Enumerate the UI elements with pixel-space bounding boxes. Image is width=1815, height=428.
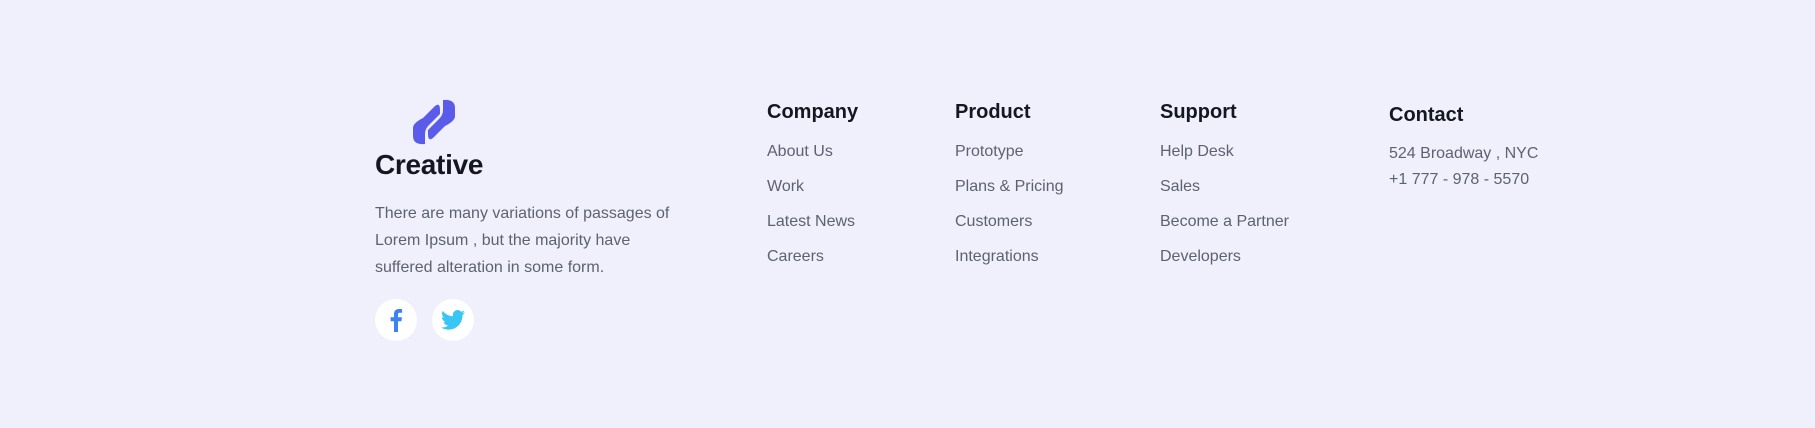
brand-name: Creative	[375, 149, 484, 180]
footer-column-contact: Contact 524 Broadway , NYC +1 777 - 978 …	[1389, 102, 1538, 193]
social-links	[375, 299, 474, 341]
twitter-icon	[441, 310, 465, 330]
column-title: Company	[767, 101, 859, 123]
column-title: Support	[1160, 101, 1237, 123]
facebook-button[interactable]	[375, 299, 417, 341]
contact-address: 524 Broadway , NYC	[1389, 145, 1539, 162]
footer-link-integrations[interactable]: Integrations	[955, 247, 1064, 266]
column-title: Product	[955, 101, 1031, 123]
facebook-icon	[390, 309, 403, 332]
footer-column-company: Company About Us Work Latest News Career…	[767, 99, 858, 282]
footer-column-product: Product Prototype Plans & Pricing Custom…	[955, 99, 1064, 282]
twitter-button[interactable]	[432, 299, 474, 341]
footer-link-about-us[interactable]: About Us	[767, 142, 858, 161]
brand-description: There are many variations of passages of…	[375, 205, 670, 276]
contact-phone[interactable]: +1 777 - 978 - 5570	[1389, 167, 1538, 193]
footer-link-prototype[interactable]: Prototype	[955, 142, 1064, 161]
footer-link-help-desk[interactable]: Help Desk	[1160, 142, 1289, 161]
column-title: Contact	[1389, 104, 1464, 126]
footer-link-work[interactable]: Work	[767, 177, 858, 196]
footer-link-become-partner[interactable]: Become a Partner	[1160, 212, 1289, 231]
site-footer: Creative There are many variations of pa…	[0, 0, 1815, 428]
footer-link-customers[interactable]: Customers	[955, 212, 1064, 231]
footer-link-sales[interactable]: Sales	[1160, 177, 1289, 196]
creative-logo-icon[interactable]	[405, 98, 463, 146]
footer-link-developers[interactable]: Developers	[1160, 247, 1289, 266]
footer-link-latest-news[interactable]: Latest News	[767, 212, 858, 231]
footer-column-support: Support Help Desk Sales Become a Partner…	[1160, 99, 1289, 282]
footer-link-plans-pricing[interactable]: Plans & Pricing	[955, 177, 1064, 196]
footer-link-careers[interactable]: Careers	[767, 247, 858, 266]
